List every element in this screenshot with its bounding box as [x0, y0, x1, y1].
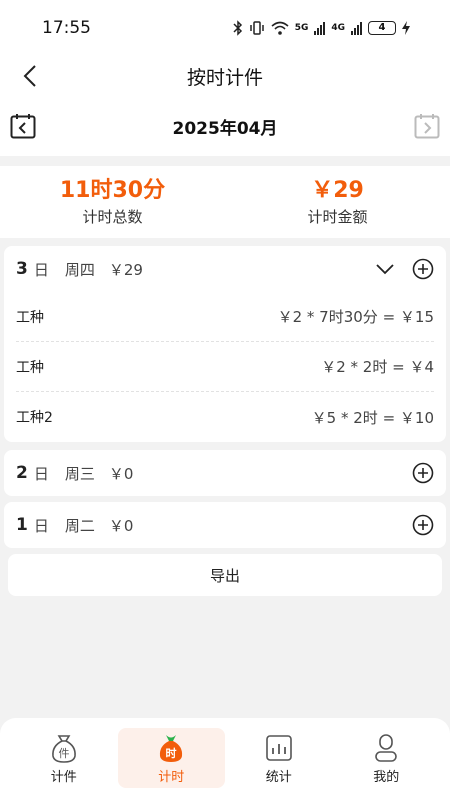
tab-profile[interactable]: 我的 — [333, 728, 441, 788]
month-selector: 2025年04月 — [0, 96, 450, 156]
day-total: ￥29 — [108, 260, 143, 279]
navigation-bar: 按时计件 — [0, 56, 450, 96]
day-total: ￥0 — [108, 464, 134, 483]
entry-formula: ￥2 * 2时 = ￥4 — [321, 358, 434, 376]
svg-text:时: 时 — [166, 746, 177, 760]
previous-month-icon[interactable] — [10, 113, 36, 139]
wifi-icon — [271, 21, 289, 35]
tab-statistics[interactable]: 统计 — [225, 728, 333, 788]
svg-text:件: 件 — [58, 747, 69, 760]
chevron-down-icon[interactable] — [374, 258, 396, 280]
bluetooth-icon — [233, 20, 242, 36]
timer-bag-icon: 时 — [160, 735, 183, 762]
entry-name: 工种2 — [16, 410, 53, 426]
day-unit: 日 — [33, 516, 49, 535]
signal-4g-icon — [351, 21, 362, 35]
day-card: 3 日 周四 ￥29 工种 ￥2 * 7时30分 = ￥15 工种 ￥2 * 2… — [4, 246, 446, 442]
day-weekday: 周三 — [64, 464, 95, 483]
entry-formula: ￥5 * 2时 = ￥10 — [311, 408, 434, 427]
total-amount-value: ￥29 — [311, 177, 364, 203]
status-bar: 17:55 5G 4G 4 — [0, 0, 450, 56]
add-circle-icon[interactable] — [412, 514, 434, 536]
back-arrow-icon — [23, 65, 36, 87]
tab-label: 我的 — [373, 770, 400, 785]
total-amount-label: 计时金额 — [307, 207, 368, 226]
network-4g-label: 4G — [331, 23, 345, 33]
day-header[interactable]: 2 日 周三 ￥0 — [4, 450, 446, 496]
export-button[interactable]: 导出 — [8, 554, 442, 596]
statistics-chart-icon — [265, 735, 292, 761]
total-time-label: 计时总数 — [82, 207, 143, 226]
network-5g-label: 5G — [294, 23, 309, 33]
entry-name: 工种 — [16, 359, 44, 376]
page-title: 按时计件 — [186, 66, 263, 89]
total-time-value: 11时30分 — [59, 177, 166, 203]
status-time: 17:55 — [42, 18, 91, 38]
total-time-block: 11时30分 计时总数 — [0, 166, 225, 238]
day-number: 1 — [16, 515, 28, 535]
day-card: 1 日 周二 ￥0 — [4, 502, 446, 548]
day-card: 2 日 周三 ￥0 — [4, 450, 446, 496]
next-month-icon[interactable] — [414, 113, 440, 139]
add-circle-icon[interactable] — [412, 462, 434, 484]
tab-timer[interactable]: 时 计时 — [117, 728, 225, 788]
entry-row[interactable]: 工种 ￥2 * 2时 = ￥4 — [16, 342, 434, 392]
entry-row[interactable]: 工种2 ￥5 * 2时 = ￥10 — [16, 392, 434, 442]
tab-piecework[interactable]: 件 计件 — [10, 728, 118, 788]
day-header[interactable]: 1 日 周二 ￥0 — [4, 502, 446, 548]
entry-formula: ￥2 * 7时30分 = ￥15 — [277, 308, 434, 326]
day-number: 3 — [16, 259, 28, 279]
day-number: 2 — [16, 463, 28, 483]
bottom-tab-bar: 件 计件 时 计时 统计 我的 — [0, 718, 450, 800]
day-unit: 日 — [33, 464, 49, 483]
entry-row[interactable]: 工种 ￥2 * 7时30分 = ￥15 — [16, 292, 434, 342]
total-amount-block: ￥29 计时金额 — [225, 166, 450, 238]
tab-label: 计时 — [158, 770, 185, 785]
month-label: 2025年04月 — [172, 118, 278, 139]
entry-name: 工种 — [16, 309, 44, 326]
charging-icon — [402, 21, 410, 35]
back-button[interactable] — [16, 60, 44, 92]
top-area: 17:55 5G 4G 4 按时计件 2025年04月 — [0, 0, 450, 156]
signal-5g-icon — [314, 21, 326, 35]
status-icons: 5G 4G 4 — [233, 20, 410, 36]
profile-person-icon — [375, 734, 398, 762]
day-header[interactable]: 3 日 周四 ￥29 — [4, 246, 446, 292]
add-circle-icon[interactable] — [412, 258, 434, 280]
tab-label: 计件 — [50, 770, 77, 785]
summary-panel: 11时30分 计时总数 ￥29 计时金额 — [0, 166, 450, 238]
piecework-bag-icon: 件 — [51, 735, 76, 763]
day-unit: 日 — [33, 260, 49, 279]
day-weekday: 周二 — [64, 516, 95, 535]
vibrate-icon — [249, 21, 264, 35]
day-weekday: 周四 — [64, 260, 95, 279]
day-total: ￥0 — [108, 516, 134, 535]
tab-label: 统计 — [265, 770, 292, 785]
battery-icon: 4 — [368, 21, 396, 35]
